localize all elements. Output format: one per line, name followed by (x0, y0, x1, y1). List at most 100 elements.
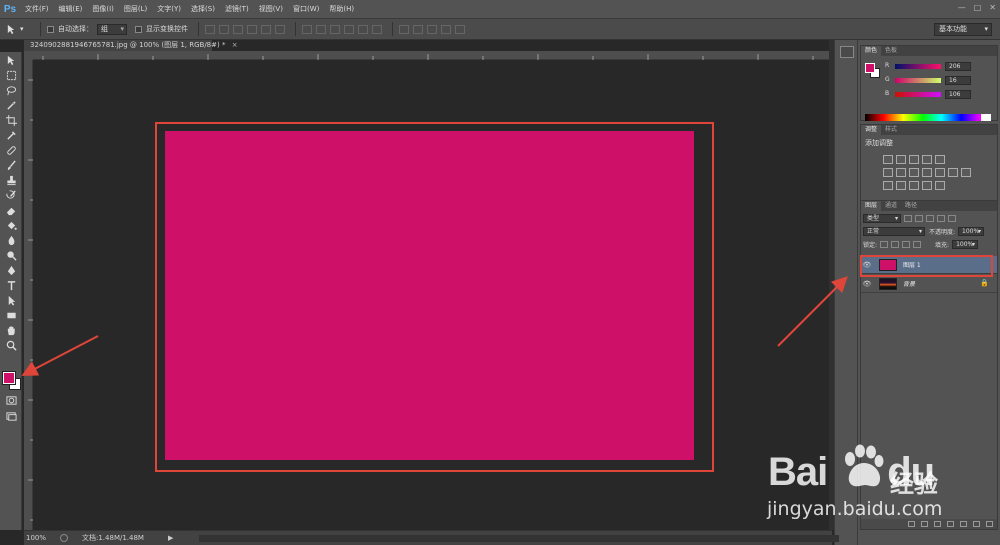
zoom-level[interactable]: 100% (24, 534, 60, 542)
3d-scale-icon[interactable] (455, 24, 465, 34)
gradient-map-icon[interactable] (935, 181, 945, 190)
white-swatch[interactable] (981, 114, 991, 121)
marquee-tool[interactable] (4, 69, 18, 82)
eyedropper-tool[interactable] (4, 129, 18, 142)
maximize-button[interactable]: □ (974, 3, 982, 12)
menu-layer[interactable]: 图层(L) (119, 0, 152, 19)
channel-mixer-icon[interactable] (948, 168, 958, 177)
tab-channels[interactable]: 通道 (881, 201, 901, 211)
distribute-top-icon[interactable] (302, 24, 312, 34)
dodge-tool[interactable] (4, 249, 18, 262)
healing-brush-tool[interactable] (4, 144, 18, 157)
fill-input[interactable]: 100% (952, 239, 979, 249)
menu-filter[interactable]: 滤镜(T) (220, 0, 254, 19)
filter-shape-icon[interactable] (937, 214, 945, 222)
selective-color-icon[interactable] (922, 181, 932, 190)
align-vcenter-icon[interactable] (219, 24, 229, 34)
history-panel-icon[interactable] (840, 46, 854, 58)
history-brush-tool[interactable] (4, 189, 18, 202)
quick-select-tool[interactable] (4, 99, 18, 112)
path-select-tool[interactable] (4, 294, 18, 307)
tab-swatches[interactable]: 色板 (881, 46, 901, 56)
lock-transparent-icon[interactable] (880, 240, 889, 248)
vibrance-icon[interactable] (883, 168, 893, 177)
distribute-right-icon[interactable] (372, 24, 382, 34)
distribute-vcenter-icon[interactable] (316, 24, 326, 34)
pen-tool[interactable] (4, 264, 18, 277)
color-spectrum[interactable] (865, 114, 981, 121)
type-tool[interactable] (4, 279, 18, 292)
move-tool[interactable] (4, 54, 18, 67)
threshold-icon[interactable] (909, 181, 919, 190)
lock-position-icon[interactable] (902, 240, 911, 248)
opacity-input[interactable]: 100% (958, 226, 985, 236)
menu-help[interactable]: 帮助(H) (324, 0, 359, 19)
status-menu-arrow-icon[interactable]: ▶ (168, 534, 173, 542)
hand-tool[interactable] (4, 324, 18, 337)
menu-window[interactable]: 窗口(W) (288, 0, 324, 19)
foreground-color-swatch[interactable] (2, 371, 16, 385)
exposure-icon[interactable] (922, 155, 932, 164)
3d-mode-icon[interactable] (399, 24, 409, 34)
brightness-icon[interactable] (883, 155, 893, 164)
green-slider[interactable] (895, 78, 941, 83)
minimize-button[interactable]: — (958, 3, 966, 12)
3d-pan-icon[interactable] (427, 24, 437, 34)
menu-view[interactable]: 视图(V) (254, 0, 288, 19)
3d-slide-icon[interactable] (441, 24, 451, 34)
distribute-bottom-icon[interactable] (330, 24, 340, 34)
tab-styles[interactable]: 样式 (881, 125, 901, 135)
levels-icon[interactable] (896, 155, 906, 164)
screen-mode-button[interactable] (4, 410, 18, 423)
filter-pixel-icon[interactable] (904, 214, 912, 222)
layer-row-background[interactable]: 👁 背景 🔒 (861, 275, 997, 293)
rectangle-tool[interactable] (4, 309, 18, 322)
green-value-input[interactable]: 16 (945, 76, 971, 85)
quick-mask-button[interactable] (4, 394, 18, 407)
posterize-icon[interactable] (896, 181, 906, 190)
color-lookup-icon[interactable] (961, 168, 971, 177)
color-panel-fg-swatch[interactable] (865, 63, 875, 73)
tab-color[interactable]: 颜色 (861, 46, 882, 56)
align-top-icon[interactable] (205, 24, 215, 34)
menu-select[interactable]: 选择(S) (186, 0, 220, 19)
lasso-tool[interactable] (4, 84, 18, 97)
filter-type-icon[interactable] (926, 214, 934, 222)
menu-file[interactable]: 文件(F) (20, 0, 54, 19)
color-balance-icon[interactable] (909, 168, 919, 177)
brush-tool[interactable] (4, 159, 18, 172)
3d-rotate-icon[interactable] (413, 24, 423, 34)
red-value-input[interactable]: 206 (945, 62, 971, 71)
blend-mode-dropdown[interactable]: 正常 (863, 226, 925, 236)
blue-slider[interactable] (895, 92, 941, 97)
curves-icon[interactable] (909, 155, 919, 164)
photo-filter-icon[interactable] (935, 168, 945, 177)
zoom-tool[interactable] (4, 339, 18, 352)
align-bottom-icon[interactable] (233, 24, 243, 34)
blur-tool[interactable] (4, 234, 18, 247)
auto-select-dropdown[interactable]: 组 (97, 23, 127, 35)
menu-edit[interactable]: 编辑(E) (54, 0, 88, 19)
distribute-left-icon[interactable] (344, 24, 354, 34)
eye-icon[interactable]: 👁 (861, 280, 873, 288)
hue-saturation-icon[interactable] (896, 168, 906, 177)
menu-type[interactable]: 文字(Y) (152, 0, 186, 19)
paint-bucket-tool[interactable] (4, 219, 18, 232)
workspace-dropdown[interactable]: 基本功能 (934, 23, 992, 36)
document-tab[interactable]: 32409028819467657​81.jpg @ 100% (图层 1, R… (24, 40, 238, 51)
align-right-icon[interactable] (275, 24, 285, 34)
filter-adjust-icon[interactable] (915, 214, 923, 222)
show-transform-checkbox[interactable] (135, 25, 142, 33)
move-tool-preset[interactable]: ▾ (6, 22, 34, 37)
black-white-icon[interactable] (922, 168, 932, 177)
red-slider[interactable] (895, 64, 941, 69)
gradient-triangle-icon[interactable] (935, 155, 945, 164)
crop-tool[interactable] (4, 114, 18, 127)
close-button[interactable]: ✕ (989, 3, 996, 12)
menu-image[interactable]: 图像(I) (87, 0, 119, 19)
lock-all-icon[interactable] (913, 240, 922, 248)
tab-adjustments[interactable]: 调整 (861, 125, 882, 135)
eraser-tool[interactable] (4, 204, 18, 217)
status-info-icon[interactable] (60, 534, 68, 542)
align-left-icon[interactable] (247, 24, 257, 34)
